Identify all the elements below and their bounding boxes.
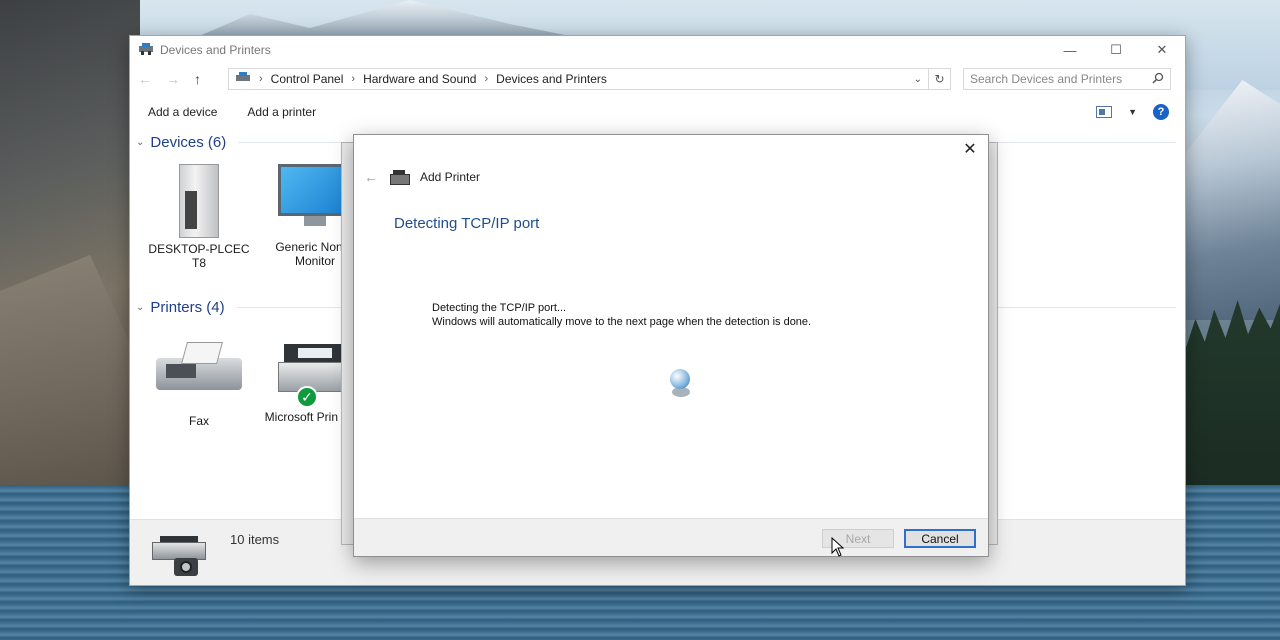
window-title: Devices and Printers [160,43,271,57]
breadcrumb-control-panel[interactable]: Control Panel [271,72,344,86]
address-bar-row: ← → ↑ › Control Panel › Hardware and Sou… [130,64,1185,94]
close-icon[interactable]: ✕ [960,139,980,159]
back-arrow-icon[interactable]: ← [138,71,152,87]
refresh-icon[interactable]: ↻ [928,69,950,89]
command-bar: Add a device Add a printer ▼ ? [130,94,1185,130]
forward-arrow-icon[interactable]: → [166,71,180,87]
chevron-right-icon[interactable]: › [351,73,355,85]
add-printer-dialog: ✕ ← Add Printer Detecting TCP/IP port De… [353,134,989,557]
cancel-button[interactable]: Cancel [904,529,976,548]
help-icon[interactable]: ? [1153,104,1169,120]
dialog-title: Add Printer [420,170,481,184]
devices-printers-icon [138,42,154,59]
mountain-right [1186,80,1280,320]
detection-message: Detecting the TCP/IP port... Windows wil… [432,301,811,329]
item-count: 10 items [230,532,280,547]
computer-tower-icon [179,164,219,238]
minimize-button[interactable]: — [1047,36,1093,64]
title-bar[interactable]: Devices and Printers — ☐ ✕ [130,36,1185,64]
dialog-footer: Next Cancel [354,518,988,556]
page-heading: Detecting TCP/IP port [394,215,540,232]
address-dropdown-icon[interactable]: ⌄ [914,74,922,85]
device-label: DESKTOP-PLCEC T8 [148,242,250,270]
printer-camera-icon [152,536,208,578]
add-printer-button[interactable]: Add a printer [247,105,316,119]
add-device-button[interactable]: Add a device [148,105,217,119]
mouse-pointer-icon [831,536,845,557]
chevron-right-icon[interactable]: › [484,73,488,85]
message-line: Detecting the TCP/IP port... [432,302,567,314]
forest-right [1186,300,1280,490]
address-bar[interactable]: › Control Panel › Hardware and Sound › D… [228,68,951,90]
search-box[interactable] [963,68,1171,90]
printers-group-title: Printers (4) [150,299,225,316]
collapse-chevron-icon[interactable]: ⌄ [136,302,144,313]
dialog-header: ← Add Printer [364,169,480,185]
maximize-button[interactable]: ☐ [1093,36,1139,64]
view-dropdown-icon[interactable]: ▼ [1128,107,1137,117]
network-progress-icon [668,369,694,399]
breadcrumb-devices-and-printers[interactable]: Devices and Printers [496,72,607,86]
devices-group-title: Devices (6) [150,134,227,151]
fax-icon [156,340,242,396]
control-panel-icon [235,71,251,87]
default-checkmark-icon: ✓ [296,386,318,408]
message-line: Windows will automatically move to the n… [432,316,812,328]
printer-icon [390,170,410,185]
search-icon[interactable] [1152,72,1164,87]
breadcrumb-hardware-and-sound[interactable]: Hardware and Sound [363,72,476,86]
close-window-button[interactable]: ✕ [1139,36,1185,64]
device-desktop[interactable]: DESKTOP-PLCEC T8 [144,164,254,270]
printer-fax[interactable]: Fax [144,340,254,428]
search-input[interactable] [970,72,1152,86]
back-arrow-icon[interactable]: ← [364,169,378,185]
collapse-chevron-icon[interactable]: ⌄ [136,137,144,148]
printer-label: Fax [188,414,209,428]
view-options-icon[interactable] [1096,106,1113,118]
chevron-right-icon[interactable]: › [259,73,263,85]
up-arrow-icon[interactable]: ↑ [194,71,201,87]
